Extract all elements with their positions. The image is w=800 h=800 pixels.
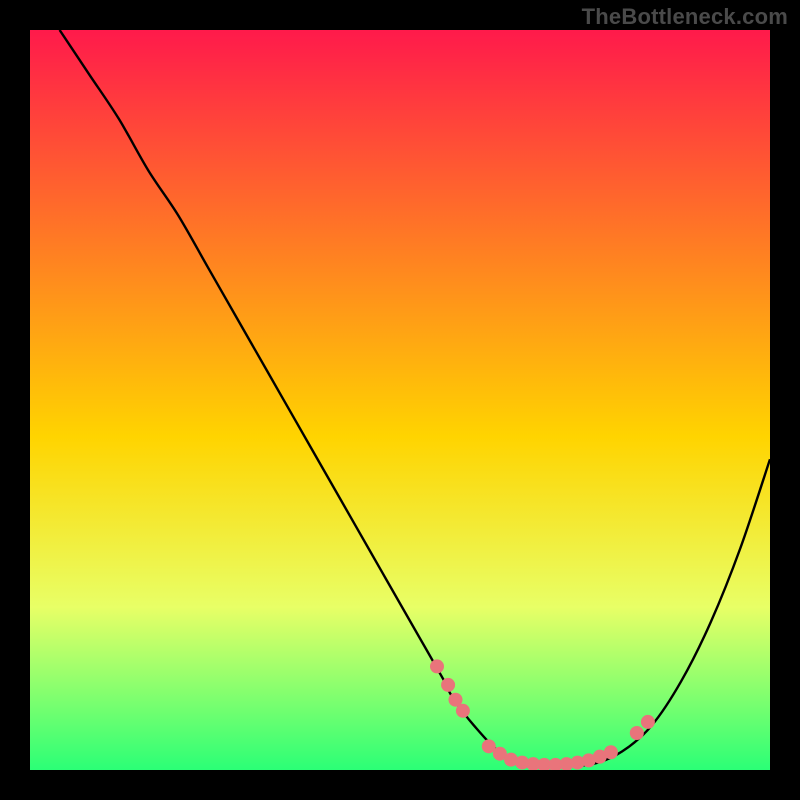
marker-dot [641, 715, 655, 729]
marker-dot [630, 726, 644, 740]
watermark-text: TheBottleneck.com [582, 4, 788, 30]
marker-dot [604, 745, 618, 759]
gradient-background [30, 30, 770, 770]
chart-svg [30, 30, 770, 770]
marker-dot [430, 659, 444, 673]
plot-area [30, 30, 770, 770]
chart-stage: TheBottleneck.com [0, 0, 800, 800]
marker-dot [441, 678, 455, 692]
marker-dot [456, 704, 470, 718]
